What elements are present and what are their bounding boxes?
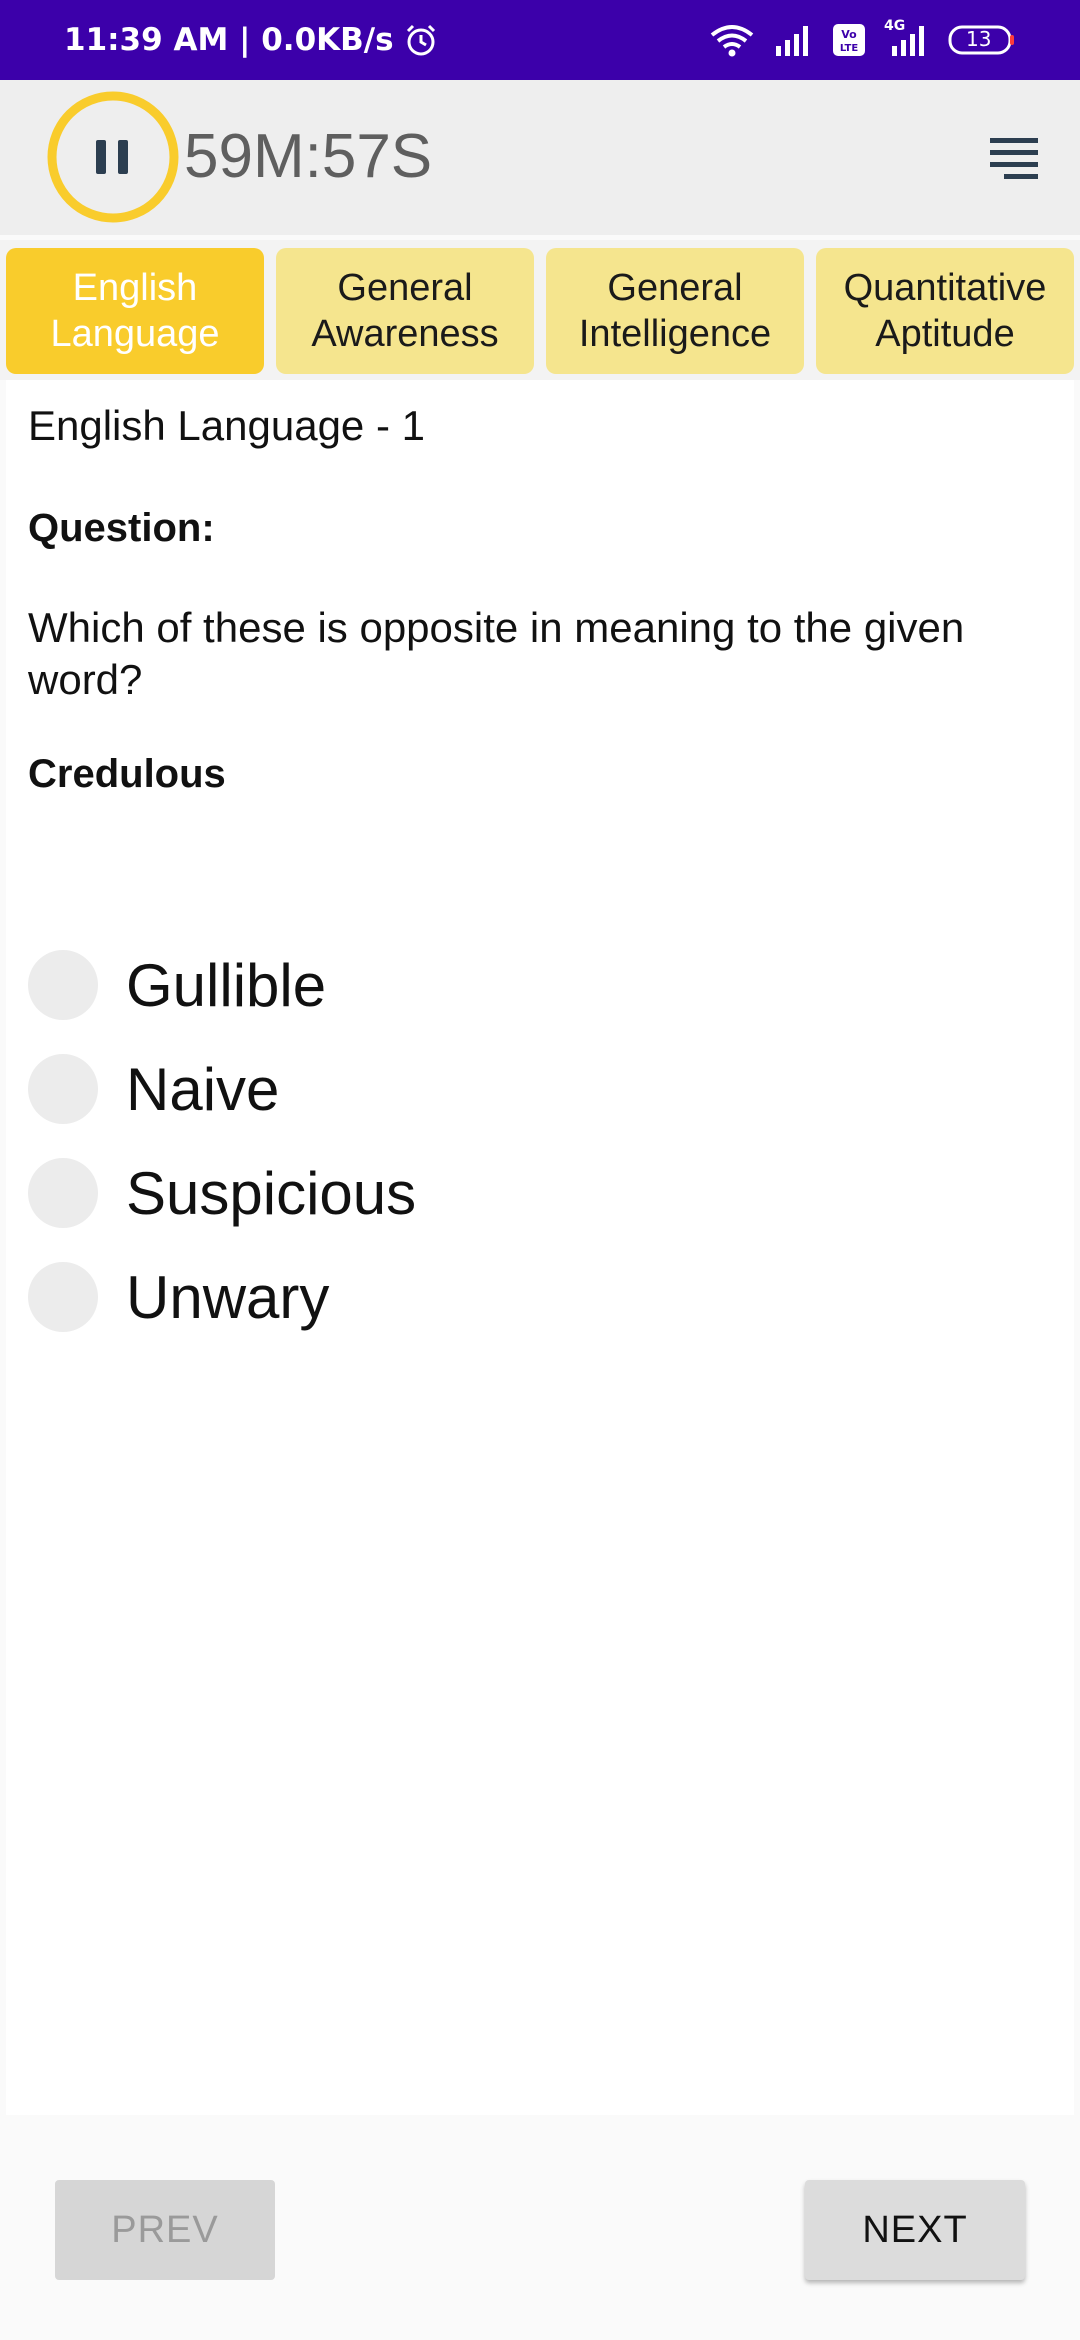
timer-display: 59M:57S	[184, 122, 433, 191]
option-suspicious[interactable]: Suspicious	[28, 1148, 728, 1238]
question-panel: English Language - 1 Question: Which of …	[6, 380, 1074, 2115]
radio-button[interactable]	[28, 1158, 98, 1228]
prev-button[interactable]: PREV	[55, 2180, 275, 2280]
menu-icon[interactable]	[990, 138, 1038, 179]
status-left: 11:39 AM | 0.0KB/s	[64, 22, 438, 58]
tab-general-intelligence[interactable]: General Intelligence	[546, 248, 804, 374]
tab-quantitative-aptitude[interactable]: Quantitative Aptitude	[816, 248, 1074, 374]
next-button[interactable]: NEXT	[805, 2180, 1025, 2280]
option-unwary[interactable]: Unwary	[28, 1252, 728, 1342]
wifi-icon	[708, 23, 756, 57]
quiz-header: 59M:57S	[0, 80, 1080, 235]
section-tabs: English Language General Awareness Gener…	[0, 240, 1080, 380]
option-label: Gullible	[126, 951, 327, 1019]
question-word: Credulous	[28, 752, 226, 796]
signal-icon	[774, 24, 814, 56]
radio-button[interactable]	[28, 1054, 98, 1124]
option-label: Naive	[126, 1055, 280, 1123]
question-text: Which of these is opposite in meaning to…	[28, 604, 965, 703]
svg-text:Vo: Vo	[841, 28, 857, 41]
option-label: Unwary	[126, 1263, 330, 1331]
battery-level: 13	[966, 27, 992, 51]
network-label: 4G	[884, 18, 906, 34]
tab-english-language[interactable]: English Language	[6, 248, 264, 374]
battery-icon: 13	[948, 24, 1016, 56]
option-naive[interactable]: Naive	[28, 1044, 728, 1134]
question-number: English Language - 1	[28, 402, 425, 449]
bottom-navigation: PREV NEXT	[0, 2115, 1080, 2340]
status-time: 11:39 AM | 0.0KB/s	[64, 22, 394, 58]
signal-4g-icon: 4G	[884, 18, 930, 56]
radio-button[interactable]	[28, 1262, 98, 1332]
option-label: Suspicious	[126, 1159, 417, 1227]
radio-button[interactable]	[28, 950, 98, 1020]
question-label: Question:	[28, 506, 215, 550]
option-gullible[interactable]: Gullible	[28, 940, 728, 1030]
svg-text:LTE: LTE	[840, 43, 859, 54]
pause-button[interactable]	[46, 90, 180, 224]
alarm-icon	[404, 23, 438, 57]
volte-icon: Vo LTE	[832, 23, 866, 57]
tab-general-awareness[interactable]: General Awareness	[276, 248, 534, 374]
status-right: Vo LTE 4G 13	[708, 18, 1016, 57]
status-bar: 11:39 AM | 0.0KB/s Vo LTE 4G 13	[0, 0, 1080, 80]
pause-icon	[96, 140, 128, 174]
